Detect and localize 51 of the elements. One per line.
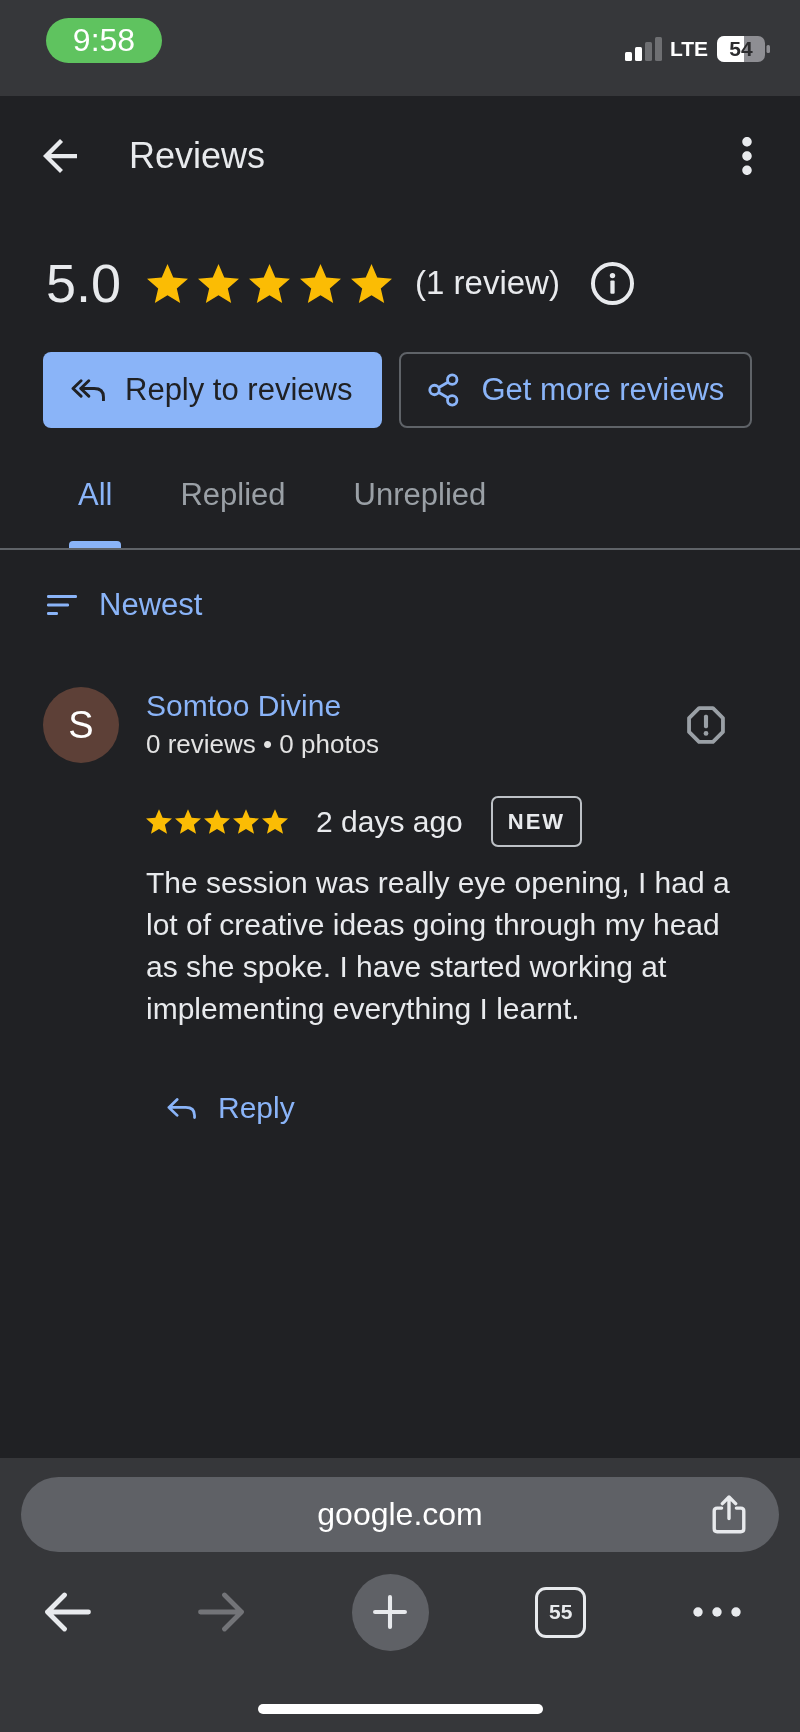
network-type: LTE (669, 36, 708, 62)
clock-time: 9:58 (46, 18, 162, 63)
review-date: 2 days ago (316, 804, 463, 839)
star-icon (351, 263, 393, 303)
reviewer-name[interactable]: Somtoo Divine (146, 687, 342, 725)
average-rating: 5.0 (46, 255, 122, 311)
right-arrow-icon (197, 1592, 245, 1632)
more-options-button[interactable] (742, 137, 752, 175)
reviewer-stats: 0 reviews • 0 photos (146, 728, 380, 761)
avatar[interactable]: S (43, 687, 119, 763)
reply-all-icon (71, 379, 105, 401)
reply-button[interactable]: Reply (151, 1080, 311, 1136)
more-menu-button[interactable] (693, 1607, 741, 1617)
star-icon (204, 809, 230, 834)
left-arrow-icon (44, 1592, 91, 1632)
filter-tab[interactable]: All (69, 448, 122, 548)
battery-indicator: 54 (717, 36, 770, 62)
review-count: (1 review) (415, 264, 560, 302)
filter-tab[interactable]: Unreplied (344, 448, 496, 548)
filter-tab[interactable]: Replied (171, 448, 295, 548)
info-icon[interactable] (590, 261, 634, 305)
report-button[interactable] (687, 706, 725, 744)
plus-icon (373, 1595, 407, 1629)
horizontal-dots-icon (693, 1607, 741, 1617)
get-more-reviews-button[interactable]: Get more reviews (399, 352, 753, 428)
share-icon[interactable] (712, 1494, 746, 1534)
star-icon (146, 809, 172, 834)
new-badge: NEW (490, 796, 583, 847)
signal-bars-icon (624, 37, 662, 61)
back-button[interactable] (43, 139, 77, 173)
star-icon (249, 263, 291, 303)
star-icon (198, 263, 240, 303)
share-icon (428, 373, 460, 407)
tab-count-button[interactable]: 55 (535, 1586, 587, 1638)
report-icon (687, 706, 725, 744)
star-icon (147, 263, 189, 303)
browser-back-button[interactable] (44, 1592, 91, 1632)
reply-arrow-icon (167, 1097, 196, 1119)
page-title: Reviews (129, 135, 266, 177)
star-icon (233, 809, 259, 834)
sort-icon (47, 595, 77, 615)
vertical-dots-icon (742, 137, 752, 175)
star-icon (300, 263, 342, 303)
sort-button[interactable]: Newest (47, 580, 203, 630)
review-text: The session was really eye opening, I had a lot of creative ideas going through my head as she spoke. I have started working at implementing everything I learnt. (146, 865, 731, 1027)
star-icon (262, 809, 288, 834)
reply-to-reviews-button[interactable]: Reply to reviews (43, 352, 383, 428)
browser-forward-button[interactable] (197, 1592, 245, 1632)
address-bar[interactable]: google.com (21, 1477, 779, 1552)
star-icon (175, 809, 201, 834)
back-arrow-icon (43, 139, 77, 173)
